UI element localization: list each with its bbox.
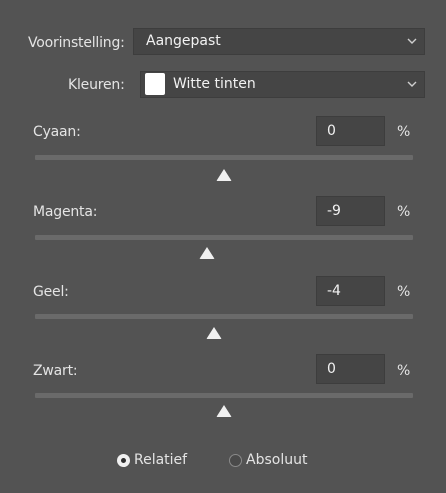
colors-label: Kleuren: [68, 77, 125, 93]
preset-value: Aangepast [146, 33, 221, 49]
magenta-label: Magenta: [33, 204, 98, 220]
cyan-value-input[interactable]: 0 [316, 116, 385, 146]
magenta-slider-thumb-icon[interactable] [198, 246, 216, 260]
magenta-slider-track[interactable] [35, 235, 413, 240]
relative-option[interactable]: Relatief [117, 452, 187, 468]
preset-dropdown[interactable]: Aangepast [133, 28, 425, 55]
chevron-down-icon [407, 81, 417, 87]
color-swatch [145, 73, 165, 95]
magenta-percent-unit: % [397, 204, 411, 220]
black-slider-thumb-icon[interactable] [215, 404, 233, 418]
black-percent-unit: % [397, 363, 411, 379]
magenta-value-input[interactable]: -9 [316, 196, 385, 226]
cyan-percent-unit: % [397, 124, 411, 140]
black-value-input[interactable]: 0 [316, 354, 385, 384]
yellow-label: Geel: [33, 284, 69, 300]
relative-label: Relatief [134, 452, 188, 468]
cyan-label: Cyaan: [33, 124, 81, 140]
cyan-slider-track[interactable] [35, 155, 413, 160]
yellow-slider-thumb-icon[interactable] [205, 326, 223, 340]
black-slider-track[interactable] [35, 393, 413, 398]
colors-dropdown[interactable]: Witte tinten [140, 71, 425, 98]
relative-radio[interactable] [117, 453, 130, 467]
absolute-label: Absoluut [246, 452, 308, 468]
absolute-radio[interactable] [229, 453, 242, 467]
absolute-option[interactable]: Absoluut [229, 452, 307, 468]
cyan-slider-thumb-icon[interactable] [215, 168, 233, 182]
selective-color-panel: Voorinstelling: Aangepast Kleuren: Witte… [0, 0, 446, 493]
colors-value: Witte tinten [173, 76, 256, 92]
chevron-down-icon [407, 38, 417, 44]
preset-label: Voorinstelling: [28, 35, 125, 51]
black-label: Zwart: [33, 363, 78, 379]
yellow-slider-track[interactable] [35, 314, 413, 319]
yellow-value-input[interactable]: -4 [316, 276, 385, 306]
yellow-percent-unit: % [397, 284, 411, 300]
